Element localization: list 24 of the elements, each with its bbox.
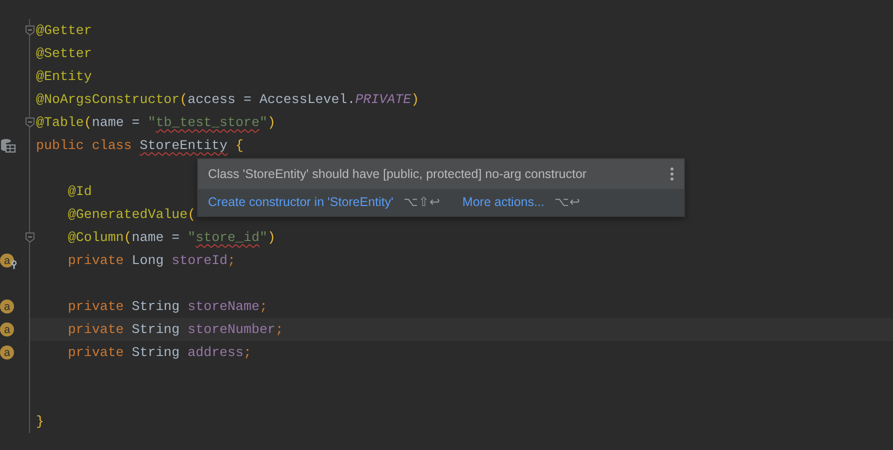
code-line: @Id bbox=[66, 182, 92, 201]
code-line: private Long storeId; bbox=[66, 252, 236, 270]
code-line: public class StoreEntity { bbox=[35, 136, 244, 155]
inspection-message: Class 'StoreEntity' should have [public, protected] no-arg constructor bbox=[208, 166, 587, 183]
code-line: private String storeNumber; bbox=[66, 320, 284, 339]
code-line: } bbox=[35, 412, 44, 431]
code-line: @Column(name = "store_id") bbox=[66, 228, 276, 247]
code-line: @Getter bbox=[35, 22, 92, 40]
code-line: @Table(name = "tb_test_store") bbox=[35, 114, 276, 132]
shortcut-hint: ⌥↩ bbox=[554, 194, 580, 211]
database-table-icon bbox=[0, 138, 16, 153]
quick-fix-link[interactable]: Create constructor in 'StoreEntity' bbox=[208, 192, 394, 212]
code-line: private String storeName; bbox=[66, 298, 268, 316]
shortcut-hint: ⌥⇧↩ bbox=[403, 194, 440, 211]
code-line: @Entity bbox=[35, 68, 92, 86]
field-icon: a bbox=[0, 344, 15, 360]
code-line: @Setter bbox=[35, 44, 92, 63]
code-line: @GeneratedValue( bbox=[66, 206, 196, 224]
field-icon: a bbox=[0, 298, 15, 314]
more-options-icon bbox=[670, 167, 674, 182]
field-icon: a bbox=[0, 322, 15, 338]
code-line: @NoArgsConstructor(access = AccessLevel.PRIVATE) bbox=[35, 90, 420, 109]
code-line: private String address; bbox=[66, 344, 252, 362]
quick-fix-link[interactable]: More actions... bbox=[462, 192, 544, 212]
